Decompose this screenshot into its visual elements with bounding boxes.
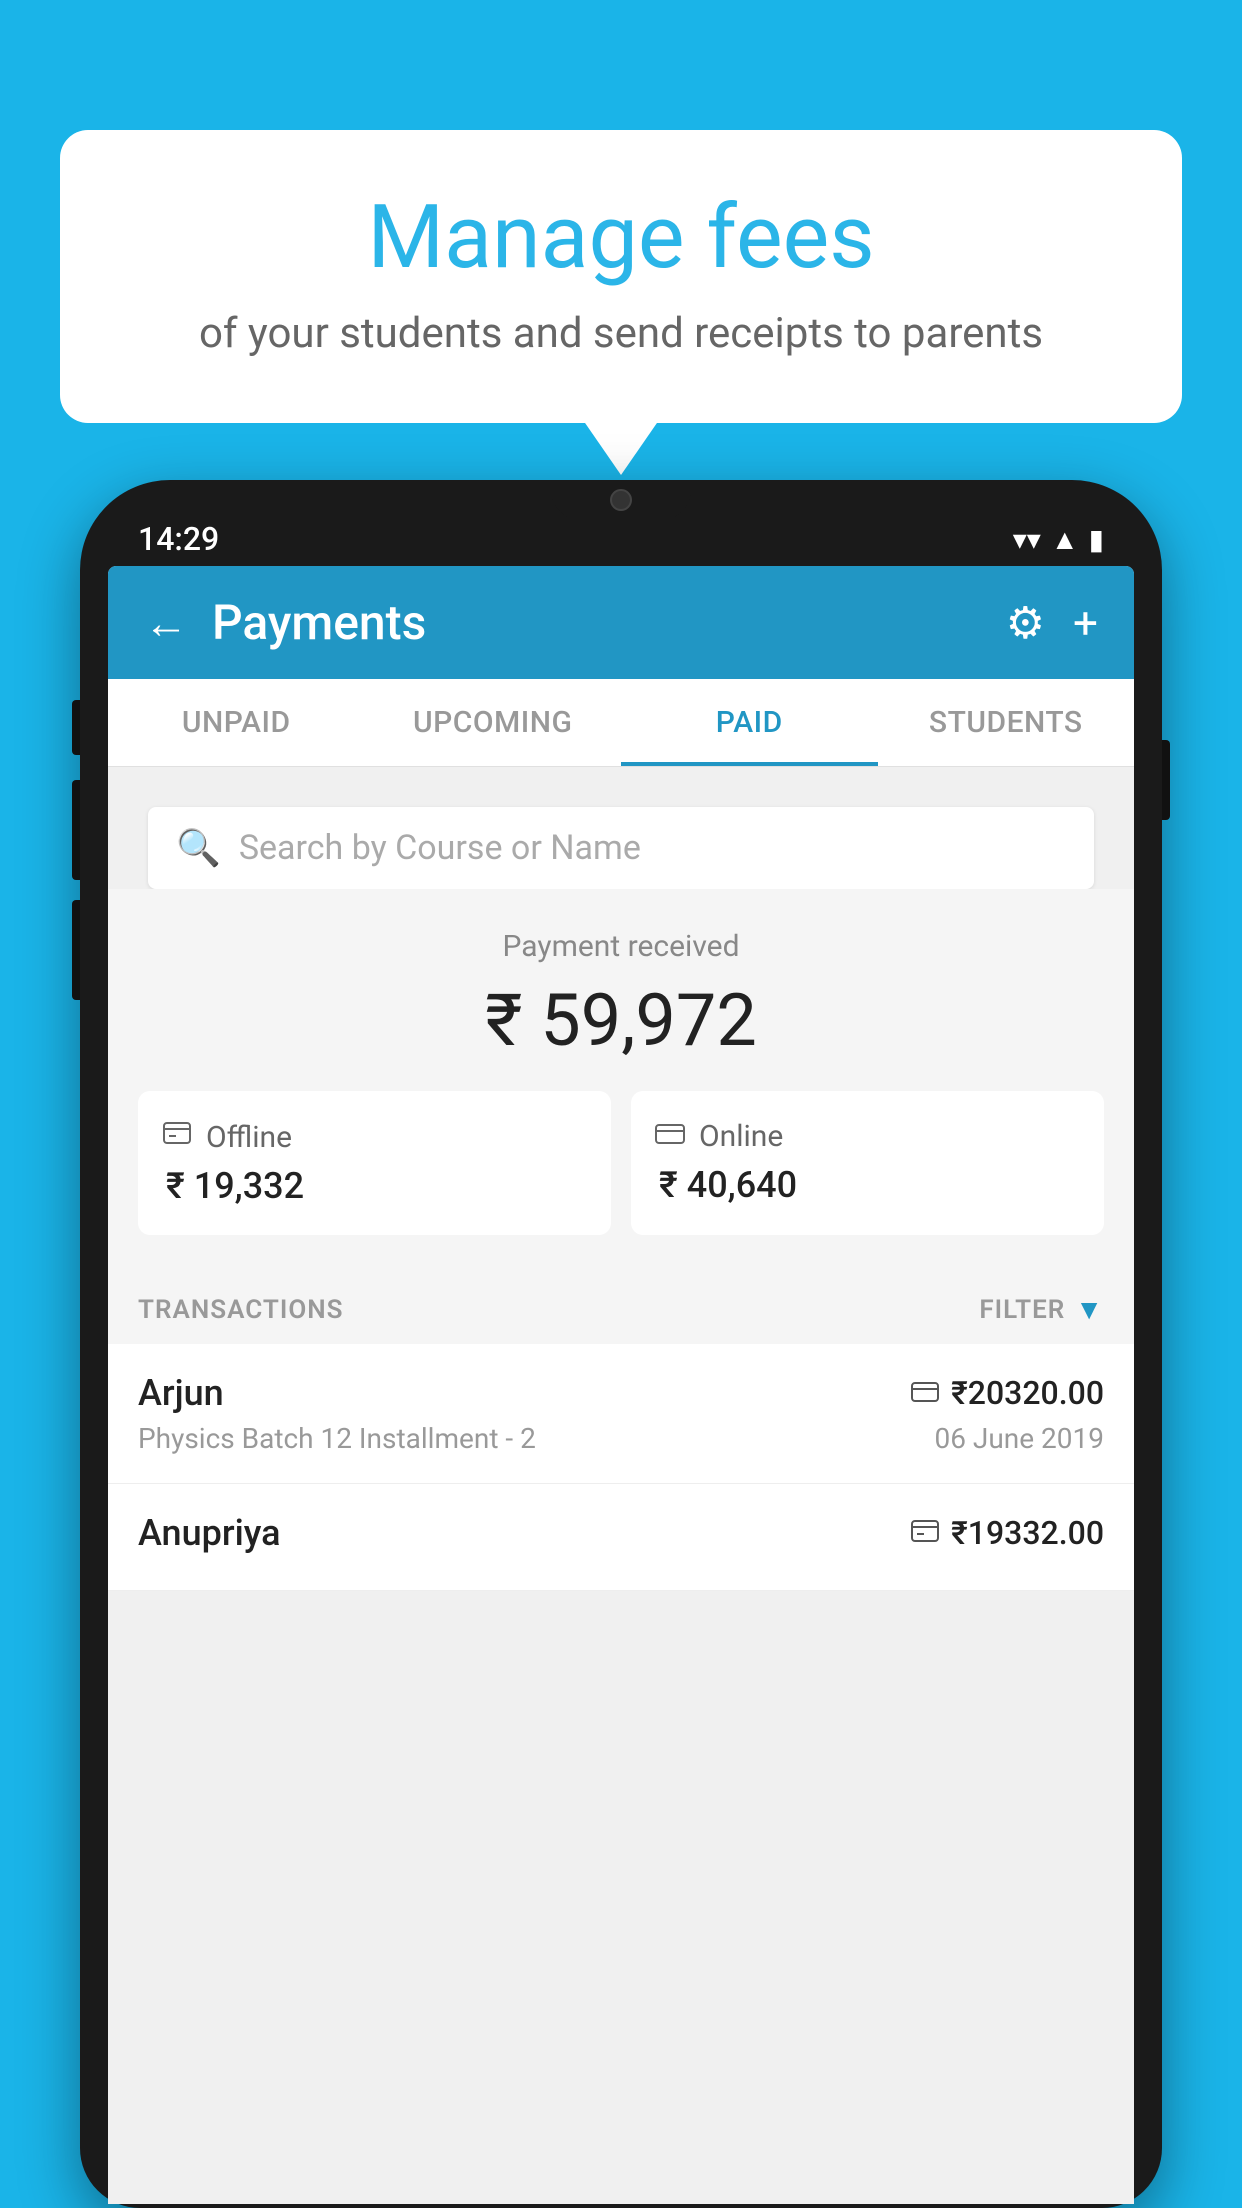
- online-amount: ₹ 40,640: [655, 1164, 1080, 1206]
- offline-label: Offline: [206, 1120, 292, 1155]
- tab-students[interactable]: STUDENTS: [878, 679, 1135, 766]
- settings-icon[interactable]: ⚙: [1006, 597, 1045, 649]
- transaction-amount-wrap-2: ₹19332.00: [911, 1514, 1104, 1552]
- offline-icon: [162, 1119, 192, 1155]
- speech-bubble-wrapper: Manage fees of your students and send re…: [60, 130, 1182, 423]
- transaction-bottom-1: Physics Batch 12 Installment - 2 06 June…: [138, 1422, 1104, 1455]
- transaction-desc-1: Physics Batch 12 Installment - 2: [138, 1422, 536, 1455]
- header-left: ← Payments: [144, 594, 426, 651]
- back-button[interactable]: ←: [144, 601, 188, 645]
- offline-payment-icon-2: [911, 1517, 939, 1550]
- transaction-name-2: Anupriya: [138, 1512, 281, 1554]
- transaction-row: Arjun ₹20320.00 Physics Batch 12 Install…: [108, 1344, 1134, 1484]
- online-card-header: Online: [655, 1119, 1080, 1154]
- header-title: Payments: [212, 594, 426, 651]
- search-icon: 🔍: [176, 827, 221, 869]
- status-icons: ▾▾ ▲ ▮: [1013, 523, 1104, 556]
- speech-bubble: Manage fees of your students and send re…: [60, 130, 1182, 423]
- signal-icon: ▲: [1051, 523, 1079, 556]
- battery-icon: ▮: [1089, 523, 1104, 556]
- transaction-amount-wrap-1: ₹20320.00: [911, 1374, 1104, 1412]
- transaction-name-1: Arjun: [138, 1372, 224, 1414]
- filter-icon: ▼: [1075, 1293, 1104, 1326]
- online-label: Online: [699, 1119, 783, 1154]
- bubble-title: Manage fees: [110, 190, 1132, 287]
- transaction-amount-2: ₹19332.00: [951, 1514, 1104, 1552]
- silent-button: [72, 900, 80, 1000]
- payment-summary: Payment received ₹ 59,972: [108, 889, 1134, 1265]
- filter-text: FILTER: [979, 1295, 1065, 1325]
- transaction-row-2: Anupriya ₹19332.00: [108, 1484, 1134, 1591]
- filter-button[interactable]: FILTER ▼: [979, 1293, 1104, 1326]
- tab-paid[interactable]: PAID: [621, 679, 878, 766]
- status-bar: 14:29 ▾▾ ▲ ▮: [108, 510, 1134, 566]
- power-button: [1162, 740, 1170, 820]
- transactions-header: TRANSACTIONS FILTER ▼: [108, 1265, 1134, 1344]
- payment-cards: Offline ₹ 19,332 Online: [138, 1091, 1104, 1235]
- camera: [610, 489, 632, 511]
- status-time: 14:29: [138, 520, 219, 558]
- offline-amount: ₹ 19,332: [162, 1165, 587, 1207]
- online-icon: [655, 1119, 685, 1154]
- phone-screen: ← Payments ⚙ + UNPAID UPCOMING PAID: [108, 566, 1134, 2204]
- transaction-amount-1: ₹20320.00: [951, 1374, 1104, 1412]
- tab-unpaid[interactable]: UNPAID: [108, 679, 365, 766]
- phone-notch: [551, 480, 691, 520]
- transaction-top-2: Anupriya ₹19332.00: [138, 1512, 1104, 1554]
- phone: 14:29 ▾▾ ▲ ▮ ← Payments ⚙ +: [80, 480, 1162, 2208]
- tab-upcoming[interactable]: UPCOMING: [365, 679, 622, 766]
- online-card: Online ₹ 40,640: [631, 1091, 1104, 1235]
- tabs: UNPAID UPCOMING PAID STUDENTS: [108, 679, 1134, 767]
- add-icon[interactable]: +: [1073, 597, 1098, 649]
- search-bar[interactable]: 🔍 Search by Course or Name: [148, 807, 1094, 889]
- header-right: ⚙ +: [1006, 597, 1098, 649]
- payment-received-label: Payment received: [138, 929, 1104, 964]
- app-header: ← Payments ⚙ +: [108, 566, 1134, 679]
- transactions-label: TRANSACTIONS: [138, 1295, 344, 1325]
- volume-up-button: [72, 700, 80, 755]
- offline-card: Offline ₹ 19,332: [138, 1091, 611, 1235]
- volume-down-button: [72, 780, 80, 880]
- transaction-top-1: Arjun ₹20320.00: [138, 1372, 1104, 1414]
- search-placeholder: Search by Course or Name: [239, 828, 641, 868]
- wifi-icon: ▾▾: [1013, 523, 1041, 556]
- offline-card-header: Offline: [162, 1119, 587, 1155]
- payment-total-amount: ₹ 59,972: [138, 978, 1104, 1063]
- card-payment-icon-1: [911, 1377, 939, 1410]
- transaction-date-1: 06 June 2019: [934, 1422, 1104, 1455]
- phone-wrapper: 14:29 ▾▾ ▲ ▮ ← Payments ⚙ +: [80, 480, 1162, 2208]
- bubble-subtitle: of your students and send receipts to pa…: [110, 309, 1132, 358]
